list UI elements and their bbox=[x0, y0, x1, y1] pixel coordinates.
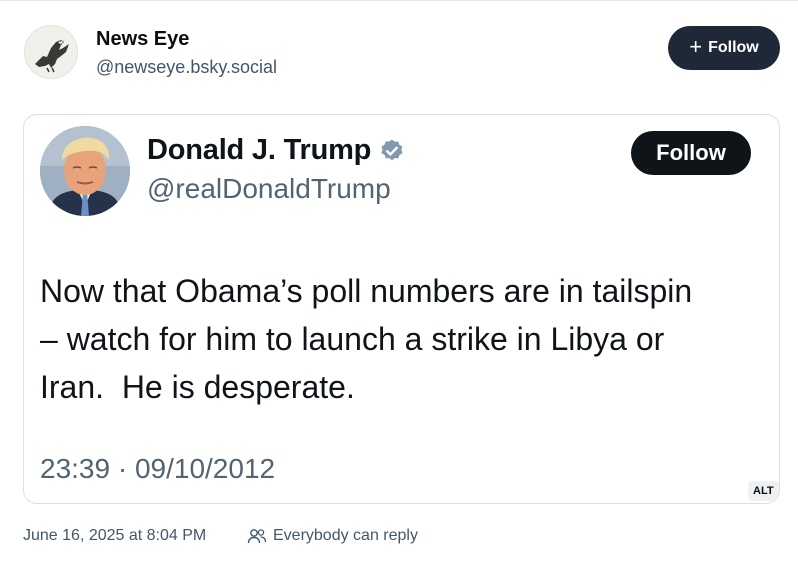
verified-badge-icon bbox=[381, 139, 403, 160]
eagle-logo-icon bbox=[25, 26, 77, 78]
author-avatar[interactable] bbox=[24, 25, 78, 79]
tweet-handle: @realDonaldTrump bbox=[147, 173, 391, 204]
post: News Eye @newseye.bsky.social + Follow D… bbox=[0, 0, 798, 561]
author-display-name[interactable]: News Eye bbox=[96, 28, 189, 51]
portrait-image bbox=[40, 126, 130, 216]
follow-button-label: Follow bbox=[708, 39, 759, 56]
reply-setting: Everybody can reply bbox=[247, 527, 418, 545]
embedded-image[interactable]: Donald J. Trump @realDonaldTrump Follow … bbox=[23, 114, 780, 504]
author-handle[interactable]: @newseye.bsky.social bbox=[96, 57, 277, 78]
tweet-name-row: Donald J. Trump bbox=[147, 134, 405, 167]
tweet-display-name: Donald J. Trump bbox=[147, 134, 372, 166]
tweet-timestamp: 23:39 · 09/10/2012 bbox=[40, 453, 276, 484]
alt-badge[interactable]: ALT bbox=[748, 481, 779, 501]
people-icon bbox=[247, 529, 267, 544]
tweet-follow-button: Follow bbox=[631, 131, 751, 175]
reply-setting-label: Everybody can reply bbox=[273, 527, 418, 544]
tweet-text: Now that Obama’s poll numbers are in tai… bbox=[40, 273, 693, 405]
post-timestamp[interactable]: June 16, 2025 at 8:04 PM bbox=[23, 527, 206, 545]
follow-button[interactable]: + Follow bbox=[668, 26, 780, 70]
tweet-avatar bbox=[40, 126, 130, 216]
plus-icon: + bbox=[689, 34, 703, 59]
